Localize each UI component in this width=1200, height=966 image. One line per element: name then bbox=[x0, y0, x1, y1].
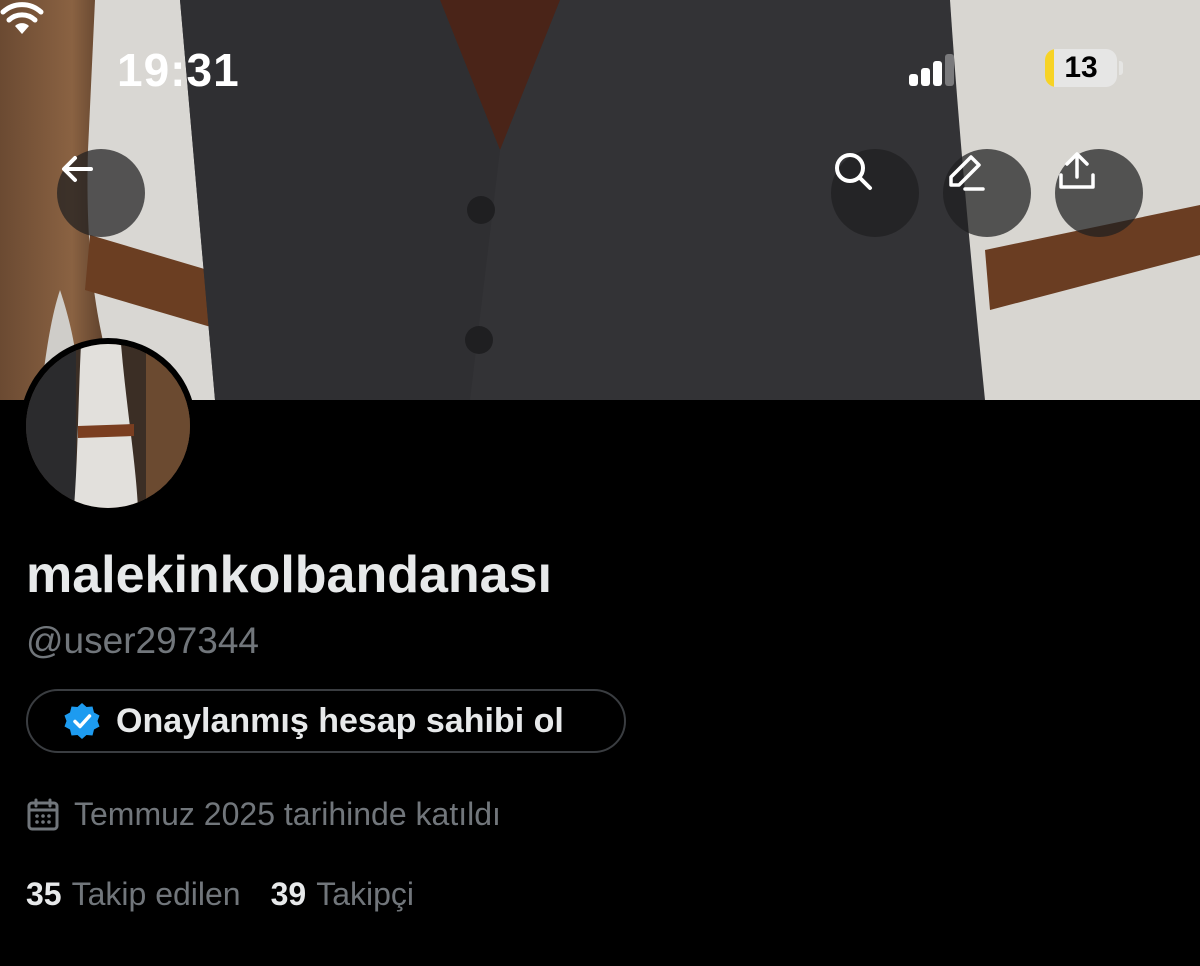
status-time: 19:31 bbox=[117, 44, 240, 96]
share-upload-icon bbox=[1059, 152, 1095, 189]
avatar-image bbox=[26, 344, 190, 508]
edit-button[interactable] bbox=[943, 149, 1031, 237]
battery-level: 13 bbox=[1064, 51, 1098, 84]
share-button[interactable] bbox=[1055, 149, 1143, 237]
verified-badge-icon bbox=[64, 703, 100, 739]
get-verified-label: Onaylanmış hesap sahibi ol bbox=[116, 701, 564, 740]
joined-date-label: Temmuz 2025 tarihinde katıldı bbox=[74, 796, 501, 832]
profile-handle: @user297344 bbox=[26, 620, 260, 661]
cellular-signal-icon bbox=[909, 52, 955, 86]
profile-avatar[interactable] bbox=[20, 338, 196, 514]
follow-stats: 35 Takip edilen 39 Takipçi bbox=[26, 876, 414, 913]
followers-count: 39 bbox=[270, 876, 307, 912]
joined-date: Temmuz 2025 tarihinde katıldı bbox=[26, 796, 501, 833]
get-verified-button[interactable]: Onaylanmış hesap sahibi ol bbox=[26, 689, 626, 753]
following-label: Takip edilen bbox=[71, 876, 241, 912]
battery-icon: 13 bbox=[1045, 49, 1117, 87]
profile-display-name: malekinkolbandanası bbox=[26, 546, 552, 604]
battery-tip bbox=[1119, 61, 1123, 75]
back-button[interactable] bbox=[57, 149, 145, 237]
profile-banner-image[interactable]: 19:31 13 bbox=[0, 0, 1200, 400]
search-icon bbox=[835, 153, 872, 190]
search-button[interactable] bbox=[831, 149, 919, 237]
arrow-left-icon bbox=[62, 156, 93, 182]
following-count: 35 bbox=[26, 876, 62, 912]
followers-label: Takipçi bbox=[316, 876, 414, 912]
following-link[interactable]: 35 Takip edilen bbox=[26, 876, 241, 913]
pencil-icon bbox=[949, 155, 985, 191]
wifi-icon bbox=[0, 2, 44, 34]
followers-link[interactable]: 39 Takipçi bbox=[271, 876, 414, 913]
calendar-icon bbox=[27, 798, 59, 830]
